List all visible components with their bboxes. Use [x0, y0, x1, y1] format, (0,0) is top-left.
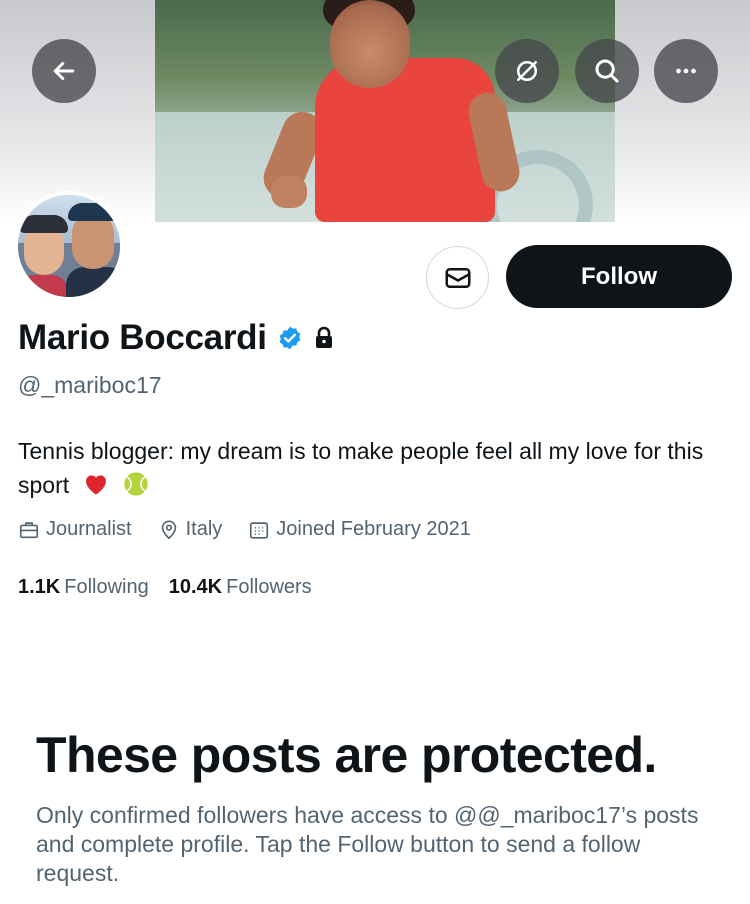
- lock-icon: [315, 326, 332, 348]
- banner-photo: [155, 0, 615, 222]
- following-count: 1.1K: [18, 576, 61, 598]
- briefcase-icon: [19, 521, 39, 538]
- followers-count: 10.4K: [168, 576, 223, 598]
- search-button[interactable]: [575, 39, 639, 103]
- followers-link[interactable]: 10.4K Followers: [169, 576, 312, 599]
- following-link[interactable]: 1.1K Following: [18, 576, 149, 599]
- followers-label: Followers: [226, 576, 312, 598]
- avatar[interactable]: [14, 191, 124, 301]
- display-name: Mario Boccardi: [18, 318, 267, 357]
- search-icon: [595, 59, 619, 83]
- red-heart-icon: [85, 475, 106, 495]
- user-handle: @_mariboc17: [18, 372, 162, 398]
- back-button[interactable]: [32, 39, 96, 103]
- location-label: Italy: [185, 518, 223, 540]
- more-horizontal-icon: [676, 68, 696, 74]
- joined-item: Joined February 2021: [248, 518, 471, 541]
- arrow-left-icon: [53, 62, 75, 80]
- grok-icon: [517, 61, 537, 81]
- bio: Tennis blogger: my dream is to make peop…: [18, 434, 728, 502]
- more-button[interactable]: [654, 39, 718, 103]
- grok-button[interactable]: [495, 39, 559, 103]
- message-button[interactable]: [426, 246, 489, 309]
- profile-banner[interactable]: [0, 0, 750, 222]
- profile-meta: Journalist Italy Joined February 2021: [18, 518, 497, 541]
- profession-item: Journalist: [18, 518, 132, 541]
- follow-stats: 1.1K Following 10.4K Followers: [18, 576, 332, 599]
- name-row: Mario Boccardi: [18, 318, 335, 358]
- profession-label: Journalist: [46, 518, 132, 540]
- bio-text: Tennis blogger: my dream is to make peop…: [18, 438, 704, 498]
- location-pin-icon: [161, 519, 176, 539]
- envelope-icon: [445, 267, 470, 288]
- following-label: Following: [64, 576, 149, 598]
- calendar-icon: [250, 521, 269, 539]
- joined-label: Joined February 2021: [276, 518, 471, 540]
- protected-title: These posts are protected.: [36, 727, 657, 783]
- tennis-ball-icon: [124, 472, 148, 496]
- protected-body: Only confirmed followers have access to …: [36, 802, 699, 886]
- follow-button[interactable]: Follow: [506, 245, 732, 308]
- location-item: Italy: [158, 518, 223, 541]
- verified-badge-icon[interactable]: [277, 325, 303, 351]
